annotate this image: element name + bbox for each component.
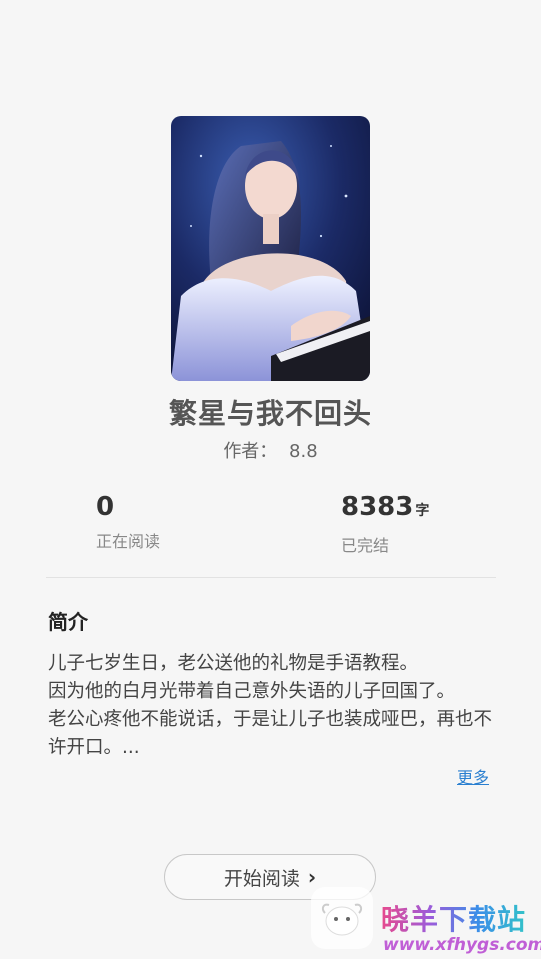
author-value: 8.8 (289, 441, 318, 462)
book-author: 作者： 8.8 (0, 437, 541, 463)
watermark-url: www.xfhygs.com (383, 935, 541, 955)
watermark-logo (311, 887, 373, 949)
more-link[interactable]: 更多 (457, 764, 489, 788)
stat-readers: 0 正在阅读 (96, 490, 160, 552)
book-title: 繁星与我不回头 (168, 397, 372, 430)
author-label: 作者： (223, 441, 278, 462)
readers-count: 0 (96, 492, 115, 522)
watermark-title: 晓羊下载站 (381, 898, 526, 938)
word-count-value: 8383 (341, 492, 414, 522)
word-count: 8383 字 (341, 490, 429, 528)
divider (46, 577, 496, 578)
chevron-right-icon: › (307, 865, 317, 889)
intro-heading: 简介 (48, 610, 88, 634)
cover-image (171, 116, 370, 381)
word-count-unit: 字 (415, 503, 430, 519)
intro-text: 儿子七岁生日，老公送他的礼物是手语教程。 因为他的白月光带着自己意外失语的儿子回… (48, 653, 493, 758)
stat-words: 8383 字 已完结 (341, 490, 429, 556)
book-cover[interactable] (171, 116, 370, 381)
status-label: 已完结 (341, 536, 390, 555)
start-reading-label: 开始阅读 (223, 867, 300, 890)
readers-label: 正在阅读 (96, 532, 161, 551)
